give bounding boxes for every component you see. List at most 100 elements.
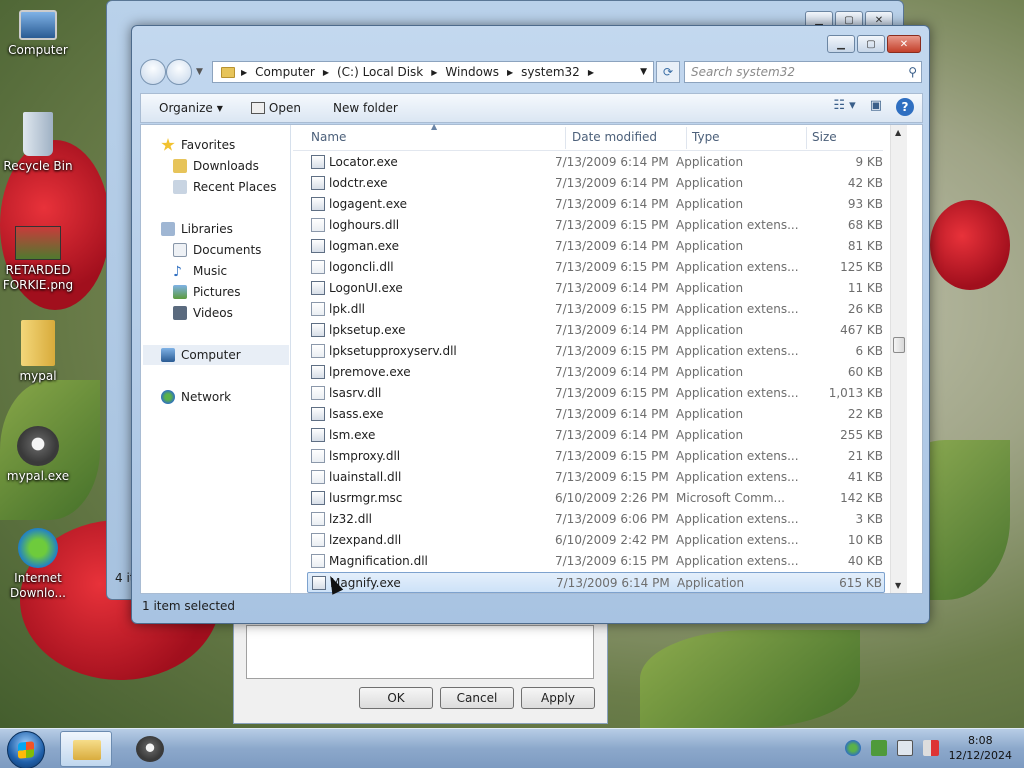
ok-button[interactable]: OK (359, 687, 433, 709)
recent-pages-icon[interactable]: ▼ (196, 67, 203, 77)
nav-recent-places[interactable]: Recent Places (173, 177, 276, 197)
maximize-button[interactable]: ▢ (857, 35, 885, 53)
nav-favorites[interactable]: Favorites (161, 135, 235, 155)
scroll-thumb[interactable] (893, 337, 905, 353)
nav-libraries[interactable]: Libraries (161, 219, 233, 239)
command-bar: Organize ▼ Open New folder ☷ ▾ ▣ ? (140, 93, 923, 123)
file-type: Application extens... (676, 512, 799, 526)
organize-button[interactable]: Organize ▼ (149, 101, 233, 115)
file-date-modified: 7/13/2009 6:14 PM (555, 155, 669, 169)
table-row[interactable]: Magnify.exe 7/13/2009 6:14 PM Application 6… (307, 572, 885, 593)
table-row[interactable]: lsasrv.dll 7/13/2009 6:15 PM Application e… (307, 383, 885, 404)
table-row[interactable]: lpksetup.exe 7/13/2009 6:14 PM Application… (307, 320, 885, 341)
new-folder-button[interactable]: New folder (323, 101, 408, 115)
desktop-icon-mypal[interactable]: mypal (0, 320, 76, 384)
clock[interactable]: 8:08 12/12/2024 (949, 733, 1012, 763)
file-size: 125 KB (840, 260, 883, 274)
exe-file-icon (311, 365, 325, 379)
table-row[interactable]: lpk.dll 7/13/2009 6:15 PM Application exte… (307, 299, 885, 320)
help-icon[interactable]: ? (896, 98, 914, 116)
desktop-icon-recycle-bin[interactable]: Recycle Bin (0, 112, 76, 174)
dll-file-icon (311, 449, 325, 463)
table-row[interactable]: lsass.exe 7/13/2009 6:14 PM Application 22 … (307, 404, 885, 425)
desktop-icon-internet-download[interactable]: Internet Downlo... (0, 528, 76, 601)
table-row[interactable]: loghours.dll 7/13/2009 6:15 PM Application… (307, 215, 885, 236)
desktop-icon-retarded-forkie[interactable]: RETARDED FORKIE.png (0, 226, 76, 293)
nav-computer[interactable]: Computer (143, 345, 289, 365)
taskbar-explorer-button[interactable] (60, 731, 112, 767)
table-row[interactable]: lpksetupproxyserv.dll 7/13/2009 6:15 PM Ap… (307, 341, 885, 362)
file-type: Application (676, 239, 744, 253)
table-row[interactable]: Magnification.dll 7/13/2009 6:15 PM Applic… (307, 551, 885, 572)
start-button[interactable] (7, 731, 45, 768)
column-name[interactable]: Name (311, 130, 346, 144)
nav-network[interactable]: Network (161, 387, 231, 407)
folder-icon (21, 320, 55, 366)
breadcrumb[interactable]: system32 (521, 65, 580, 79)
refresh-button[interactable]: ⟳ (656, 61, 680, 83)
table-row[interactable]: lusrmgr.msc 6/10/2009 2:26 PM Microsoft Co… (307, 488, 885, 509)
change-view-icon[interactable]: ☷ ▾ (833, 98, 855, 116)
table-row[interactable]: lodctr.exe 7/13/2009 6:14 PM Application 42… (307, 173, 885, 194)
file-name: lsass.exe (329, 407, 384, 421)
vertical-scrollbar[interactable]: ▲ ▼ (890, 125, 907, 593)
file-date-modified: 7/13/2009 6:15 PM (555, 218, 669, 232)
table-row[interactable]: logman.exe 7/13/2009 6:14 PM Application 81… (307, 236, 885, 257)
nav-videos[interactable]: Videos (173, 303, 233, 323)
cancel-button[interactable]: Cancel (440, 687, 514, 709)
open-button[interactable]: Open (241, 101, 311, 115)
image-file-icon (15, 226, 61, 260)
scroll-down-icon[interactable]: ▼ (895, 581, 901, 590)
desktop-icon-mypal-exe[interactable]: mypal.exe (0, 426, 76, 484)
table-row[interactable]: lpremove.exe 7/13/2009 6:14 PM Application… (307, 362, 885, 383)
action-center-icon[interactable] (870, 740, 887, 756)
minimize-button[interactable]: ▁ (827, 35, 855, 53)
column-type[interactable]: Type (692, 130, 720, 144)
address-bar[interactable]: ▶ Computer ▶ (C:) Local Disk ▶ Windows ▶… (212, 61, 654, 83)
file-size: 255 KB (840, 428, 883, 442)
nav-downloads[interactable]: Downloads (173, 156, 259, 176)
back-button[interactable] (140, 59, 166, 85)
file-name: logagent.exe (329, 197, 408, 211)
file-size: 81 KB (847, 239, 883, 253)
desktop-icon-computer[interactable]: Computer (0, 10, 76, 58)
file-name: lsmproxy.dll (329, 449, 401, 463)
table-row[interactable]: Locator.exe 7/13/2009 6:14 PM Application 9… (307, 152, 885, 173)
table-row[interactable]: logoncli.dll 7/13/2009 6:15 PM Application… (307, 257, 885, 278)
table-row[interactable]: lz32.dll 7/13/2009 6:06 PM Application ext… (307, 509, 885, 530)
close-button[interactable]: ✕ (887, 35, 921, 53)
nav-documents[interactable]: Documents (173, 240, 261, 260)
monitor-network-icon[interactable] (896, 740, 913, 756)
folder-icon (221, 66, 235, 78)
table-row[interactable]: LogonUI.exe 7/13/2009 6:14 PM Application 1… (307, 278, 885, 299)
table-row[interactable]: luainstall.dll 7/13/2009 6:15 PM Applicati… (307, 467, 885, 488)
scroll-up-icon[interactable]: ▲ (895, 128, 901, 137)
column-date-modified[interactable]: Date modified (572, 130, 657, 144)
chevron-down-icon[interactable]: ▼ (640, 67, 647, 77)
star-icon (161, 138, 175, 151)
file-name: lsm.exe (329, 428, 376, 442)
preview-pane-icon[interactable]: ▣ (870, 98, 882, 116)
breadcrumb[interactable]: (C:) Local Disk (337, 65, 423, 79)
table-row[interactable]: lsm.exe 7/13/2009 6:14 PM Application 255 K… (307, 425, 885, 446)
search-icon[interactable]: ⚲ (908, 65, 917, 79)
nav-music[interactable]: ♪ Music (173, 261, 227, 281)
file-name: logoncli.dll (329, 260, 394, 274)
file-date-modified: 7/13/2009 6:14 PM (555, 197, 669, 211)
navigation-bar: ▼ ▶ Computer ▶ (C:) Local Disk ▶ Windows… (140, 59, 923, 85)
taskbar-mypal-button[interactable] (124, 731, 176, 767)
breadcrumb[interactable]: Windows (445, 65, 499, 79)
apply-button[interactable]: Apply (521, 687, 595, 709)
search-input[interactable]: Search system32 ⚲ (684, 61, 922, 83)
network-tray-icon[interactable] (844, 740, 861, 756)
breadcrumb[interactable]: Computer (255, 65, 315, 79)
nav-pictures[interactable]: Pictures (173, 282, 241, 302)
forward-button[interactable] (166, 59, 192, 85)
folder-icon (73, 740, 101, 760)
column-size[interactable]: Size (812, 130, 837, 144)
table-row[interactable]: lzexpand.dll 6/10/2009 2:42 PM Application… (307, 530, 885, 551)
table-row[interactable]: lsmproxy.dll 7/13/2009 6:15 PM Application… (307, 446, 885, 467)
volume-muted-icon[interactable] (922, 740, 939, 756)
dialog-text-area[interactable] (246, 625, 594, 679)
table-row[interactable]: logagent.exe 7/13/2009 6:14 PM Application… (307, 194, 885, 215)
